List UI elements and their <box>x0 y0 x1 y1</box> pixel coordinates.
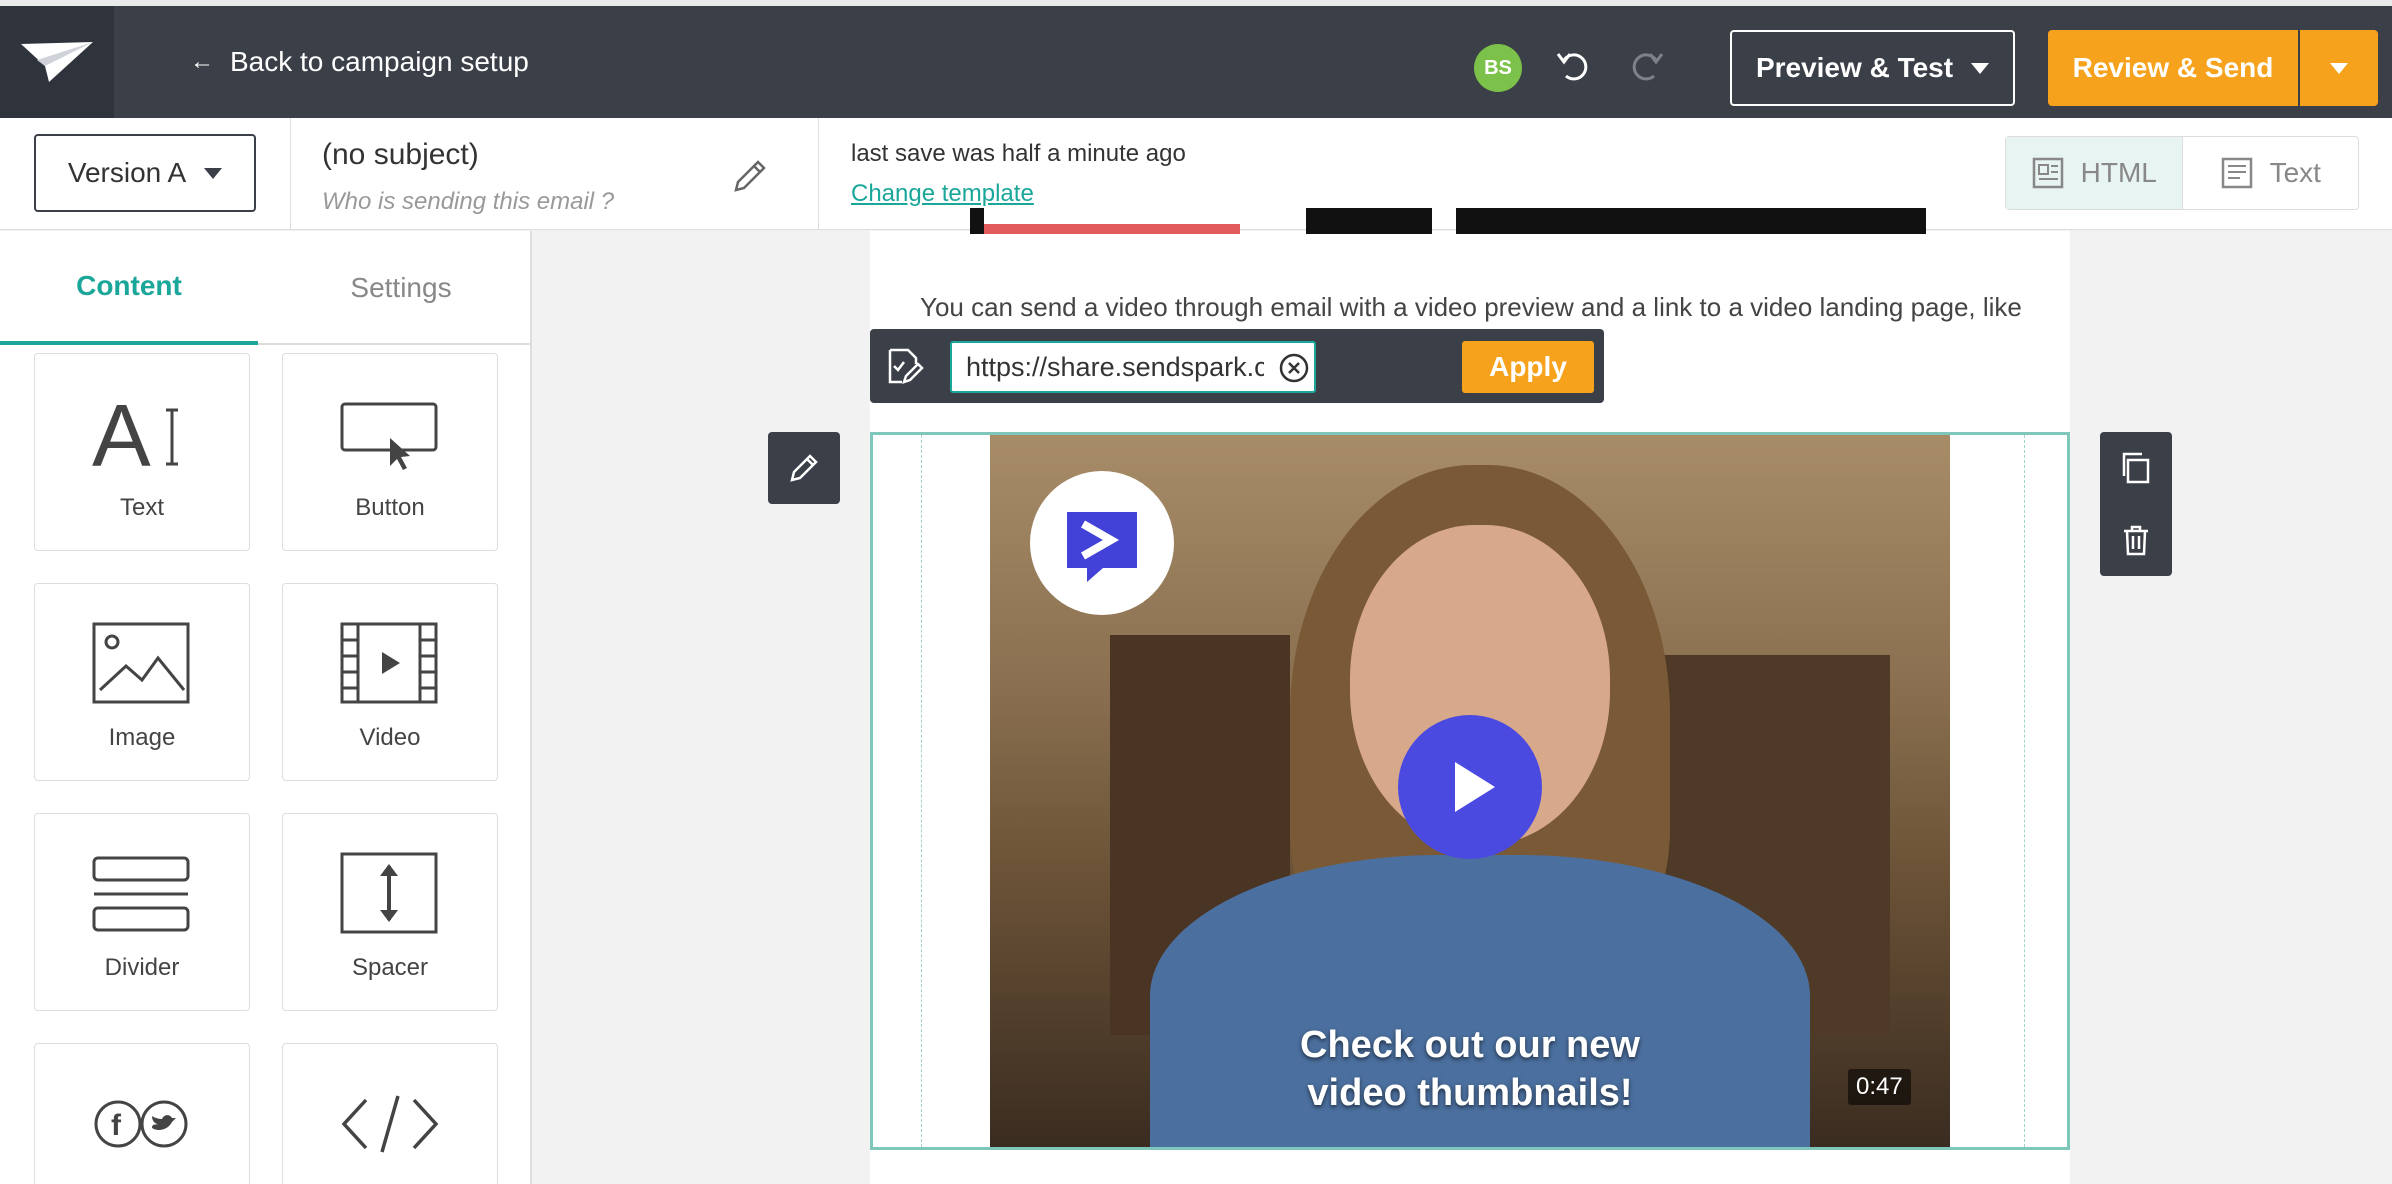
video-duration: 0:47 <box>1848 1069 1911 1105</box>
version-label: Version A <box>67 157 187 188</box>
back-link-label: Back to campaign setup <box>230 46 529 77</box>
sendspark-chevron-icon <box>1067 512 1137 582</box>
paper-plane-icon <box>21 42 93 82</box>
play-button-icon[interactable] <box>1398 715 1542 859</box>
apply-button[interactable]: Apply <box>1462 341 1594 393</box>
block-actions-toolbar <box>2100 432 2172 576</box>
html-block-tile[interactable] <box>282 1043 498 1184</box>
tile-label: Button <box>355 494 425 521</box>
email-body-text[interactable]: You can send a video through email with … <box>920 288 2022 326</box>
preview-test-button[interactable]: Preview & Test <box>1730 30 2015 106</box>
content-panel: Content Settings A Text Button Image Vid… <box>0 231 532 1184</box>
change-template-link[interactable]: Change template <box>851 180 1034 208</box>
code-icon <box>340 1078 440 1170</box>
spacer-block-tile[interactable]: Spacer <box>282 813 498 1011</box>
email-subject[interactable]: (no subject) <box>322 138 479 172</box>
sendspark-logo <box>1030 471 1174 615</box>
button-icon <box>340 388 440 480</box>
preview-label: Preview & Test <box>1755 52 1954 83</box>
divider <box>290 118 291 230</box>
sender-field[interactable]: Who is sending this email ? <box>322 188 614 216</box>
top-bar: ← Back to campaign setup BS Preview & Te… <box>0 0 2392 118</box>
tile-label: Image <box>108 724 176 751</box>
html-view-icon <box>2032 157 2063 189</box>
text-view-icon <box>2221 157 2252 189</box>
image-icon <box>92 618 192 710</box>
divider-icon <box>92 848 192 940</box>
redo-icon[interactable] <box>1622 42 1670 90</box>
clear-circle-icon[interactable] <box>1278 352 1310 384</box>
button-block-tile[interactable]: Button <box>282 353 498 551</box>
html-tab-label: HTML <box>2080 157 2157 188</box>
caret-down-icon <box>2330 62 2348 74</box>
link-toolbar: Apply <box>870 329 1604 403</box>
view-mode-toggle: HTML Text <box>2005 136 2359 210</box>
video-icon <box>340 618 440 710</box>
svg-text:f: f <box>111 1109 122 1142</box>
trash-icon[interactable] <box>2100 504 2172 576</box>
caret-down-icon <box>204 167 223 179</box>
text-block-tile[interactable]: A Text <box>34 353 250 551</box>
pencil-icon[interactable] <box>728 154 772 198</box>
url-input[interactable] <box>950 341 1316 393</box>
social-icon: f <box>92 1078 192 1170</box>
spacer-icon <box>340 848 440 940</box>
video-caption: Check out our new video thumbnails! <box>1300 1024 1640 1114</box>
text-tab-label: Text <box>2269 157 2321 188</box>
image-block-tile[interactable]: Image <box>34 583 250 781</box>
text-icon: A <box>92 388 192 480</box>
panel-tabs: Content Settings <box>0 231 530 345</box>
svg-text:A: A <box>92 394 151 474</box>
pencil-icon <box>790 454 818 482</box>
send-options-dropdown[interactable] <box>2300 30 2378 106</box>
tab-content[interactable]: Content <box>0 231 258 345</box>
duplicate-icon[interactable] <box>2100 432 2172 504</box>
review-send-button[interactable]: Review & Send <box>2048 30 2298 106</box>
save-status: last save was half a minute ago <box>851 140 1186 167</box>
tab-html[interactable]: HTML <box>2006 137 2183 209</box>
arrow-left-icon: ← <box>190 48 214 75</box>
tile-label: Text <box>119 494 164 521</box>
avatar[interactable]: BS <box>1474 44 1522 92</box>
version-selector[interactable]: Version A <box>34 134 256 212</box>
back-to-setup-link[interactable]: ← Back to campaign setup <box>190 6 529 118</box>
heading-text-cropped <box>970 208 1930 238</box>
tile-label: Divider <box>104 954 180 981</box>
tile-label: Spacer <box>351 954 429 981</box>
app-logo[interactable] <box>0 6 114 118</box>
divider-block-tile[interactable]: Divider <box>34 813 250 1011</box>
social-block-tile[interactable]: f <box>34 1043 250 1184</box>
video-thumbnail[interactable]: Check out our new video thumbnails! 0:47 <box>990 435 1950 1147</box>
caret-down-icon <box>1971 62 1990 74</box>
edit-block-button[interactable] <box>768 432 840 504</box>
undo-icon[interactable] <box>1550 42 1598 90</box>
tab-text[interactable]: Text <box>2183 137 2359 209</box>
video-block-tile[interactable]: Video <box>282 583 498 781</box>
tile-label: Video <box>359 724 421 751</box>
divider <box>818 118 819 230</box>
link-edit-icon[interactable] <box>884 346 924 386</box>
tab-settings[interactable]: Settings <box>272 231 530 345</box>
